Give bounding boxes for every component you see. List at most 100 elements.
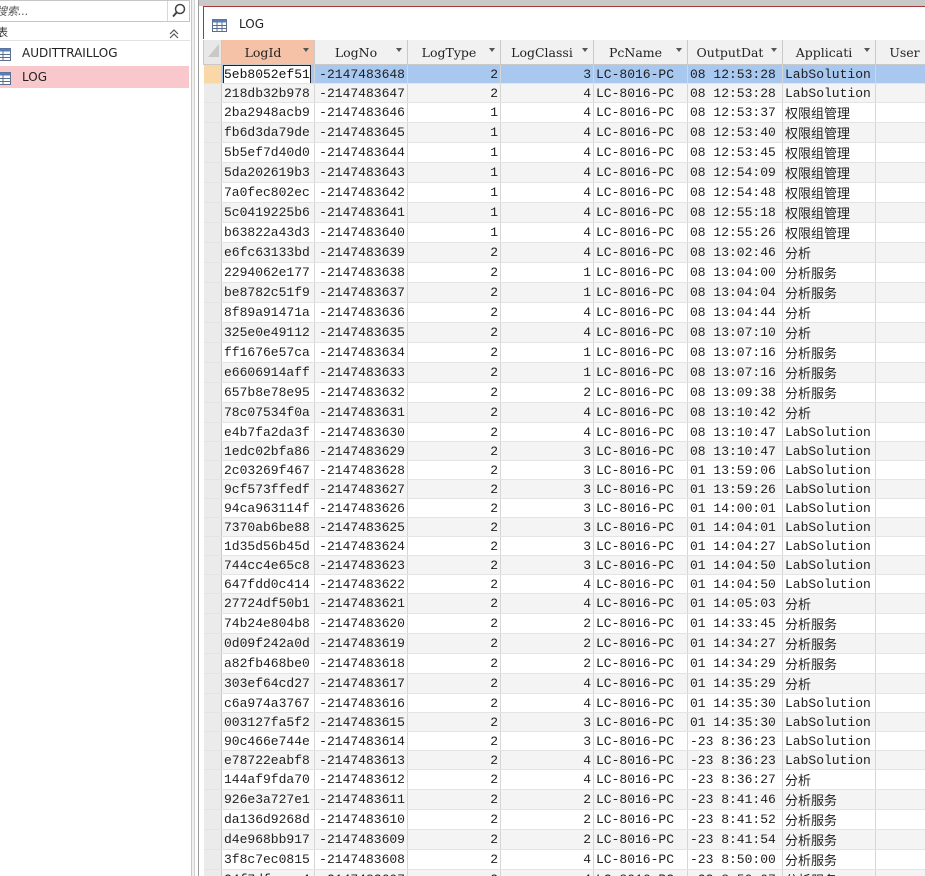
cell-logno[interactable]: -2147483648 xyxy=(314,64,408,84)
cell-logtype[interactable]: 1 xyxy=(407,202,501,223)
cell-pcname[interactable]: LC-8016-PC xyxy=(593,142,688,163)
record-selector[interactable] xyxy=(203,673,222,694)
cell-applicati[interactable]: 分析服务 xyxy=(782,869,876,876)
cell-logid[interactable]: 8f89a91471a xyxy=(221,302,315,323)
cell-logid[interactable]: 218db32b978 xyxy=(221,83,315,103)
cell-pcname[interactable]: LC-8016-PC xyxy=(593,693,688,713)
table-row[interactable]: 2c03269f467 -2147483628 2 3 LC-8016-PC 01 13:… xyxy=(203,460,925,480)
cell-logtype[interactable]: 2 xyxy=(407,869,501,876)
search-icon[interactable] xyxy=(167,1,189,21)
cell-pcname[interactable]: LC-8016-PC xyxy=(593,202,688,223)
cell-logid[interactable]: b63822a43d3 xyxy=(221,222,315,243)
cell-logclassi[interactable]: 2 xyxy=(500,382,594,403)
cell-logid[interactable]: 647fdd0c414 xyxy=(221,574,315,594)
cell-logid[interactable]: 74b24e804b8 xyxy=(221,613,315,634)
cell-logclassi[interactable]: 4 xyxy=(500,182,594,203)
cell-pcname[interactable]: LC-8016-PC xyxy=(593,789,688,810)
cell-user[interactable] xyxy=(875,653,925,674)
cell-logclassi[interactable]: 3 xyxy=(500,712,594,732)
cell-pcname[interactable]: LC-8016-PC xyxy=(593,282,688,303)
column-header-logid[interactable]: LogId xyxy=(221,40,315,65)
cell-logtype[interactable]: 1 xyxy=(407,142,501,163)
table-row[interactable]: 2ba2948acb9 -2147483646 1 4 LC-8016-PC 08 12:… xyxy=(203,102,925,123)
record-selector[interactable] xyxy=(203,402,222,423)
cell-logid[interactable]: 5da202619b3 xyxy=(221,162,315,183)
cell-logid[interactable]: 1edc02bfa86 xyxy=(221,441,315,461)
record-selector[interactable] xyxy=(203,829,222,850)
nav-group-header[interactable]: 表 xyxy=(0,22,190,41)
cell-logclassi[interactable]: 4 xyxy=(500,83,594,103)
table-row[interactable]: b63822a43d3 -2147483640 1 4 LC-8016-PC 08 12:… xyxy=(203,222,925,243)
table-row[interactable]: 27724df50b1 -2147483621 2 4 LC-8016-PC 01 14:… xyxy=(203,593,925,614)
cell-user[interactable] xyxy=(875,122,925,143)
cell-logclassi[interactable]: 4 xyxy=(500,322,594,343)
cell-logclassi[interactable]: 4 xyxy=(500,869,594,876)
cell-logno[interactable]: -2147483630 xyxy=(314,422,408,442)
cell-pcname[interactable]: LC-8016-PC xyxy=(593,460,688,480)
cell-logtype[interactable]: 2 xyxy=(407,789,501,810)
cell-logtype[interactable]: 2 xyxy=(407,498,501,518)
cell-applicati[interactable]: 权限组管理 xyxy=(782,142,876,163)
table-row[interactable]: 1d35d56b45d -2147483624 2 3 LC-8016-PC 01 14:… xyxy=(203,536,925,556)
filter-dropdown-icon[interactable] xyxy=(489,48,495,52)
cell-pcname[interactable]: LC-8016-PC xyxy=(593,122,688,143)
cell-logid[interactable]: 5eb8052ef51 xyxy=(221,64,315,84)
cell-logtype[interactable]: 2 xyxy=(407,574,501,594)
cell-applicati[interactable]: LabSolution xyxy=(782,83,876,103)
cell-pcname[interactable]: LC-8016-PC xyxy=(593,402,688,423)
record-selector[interactable] xyxy=(203,750,222,770)
cell-pcname[interactable]: LC-8016-PC xyxy=(593,479,688,499)
cell-outputdat[interactable]: 08 13:02:46 xyxy=(687,242,783,263)
cell-logid[interactable]: 303ef64cd27 xyxy=(221,673,315,694)
table-row[interactable]: 74b24e804b8 -2147483620 2 2 LC-8016-PC 01 14:… xyxy=(203,613,925,634)
cell-user[interactable] xyxy=(875,202,925,223)
cell-logclassi[interactable]: 4 xyxy=(500,242,594,263)
column-header-logtype[interactable]: LogType xyxy=(407,40,501,65)
column-header-pcname[interactable]: PcName xyxy=(593,40,688,65)
cell-logno[interactable]: -2147483644 xyxy=(314,142,408,163)
cell-logtype[interactable]: 2 xyxy=(407,829,501,850)
cell-user[interactable] xyxy=(875,262,925,283)
cell-outputdat[interactable]: 01 14:05:03 xyxy=(687,593,783,614)
record-selector[interactable] xyxy=(203,202,222,223)
cell-applicati[interactable]: LabSolution xyxy=(782,574,876,594)
record-selector[interactable] xyxy=(203,322,222,343)
cell-logno[interactable]: -2147483645 xyxy=(314,122,408,143)
cell-user[interactable] xyxy=(875,593,925,614)
record-selector[interactable] xyxy=(203,769,222,790)
cell-outputdat[interactable]: 08 12:53:28 xyxy=(687,64,783,84)
table-row[interactable]: d4e968bb917 -2147483609 2 2 LC-8016-PC -23 8:… xyxy=(203,829,925,850)
record-selector[interactable] xyxy=(203,460,222,480)
record-selector[interactable] xyxy=(203,422,222,442)
cell-outputdat[interactable]: 01 14:04:27 xyxy=(687,536,783,556)
column-header-logclassi[interactable]: LogClassi xyxy=(500,40,594,65)
record-selector[interactable] xyxy=(203,142,222,163)
cell-logclassi[interactable]: 3 xyxy=(500,479,594,499)
cell-user[interactable] xyxy=(875,769,925,790)
cell-user[interactable] xyxy=(875,809,925,830)
cell-pcname[interactable]: LC-8016-PC xyxy=(593,653,688,674)
cell-outputdat[interactable]: 08 12:53:37 xyxy=(687,102,783,123)
cell-logid[interactable]: e6606914aff xyxy=(221,362,315,383)
cell-outputdat[interactable]: 08 13:07:16 xyxy=(687,342,783,363)
cell-logid[interactable]: e4b7fa2da3f xyxy=(221,422,315,442)
cell-pcname[interactable]: LC-8016-PC xyxy=(593,593,688,614)
cell-logclassi[interactable]: 3 xyxy=(500,517,594,537)
cell-logclassi[interactable]: 4 xyxy=(500,422,594,442)
cell-pcname[interactable]: LC-8016-PC xyxy=(593,731,688,751)
cell-user[interactable] xyxy=(875,441,925,461)
table-row[interactable]: 5c0419225b6 -2147483641 1 4 LC-8016-PC 08 12:… xyxy=(203,202,925,223)
cell-logid[interactable]: 657b8e78e95 xyxy=(221,382,315,403)
record-selector[interactable] xyxy=(203,162,222,183)
record-selector[interactable] xyxy=(203,593,222,614)
record-selector[interactable] xyxy=(203,555,222,575)
cell-logno[interactable]: -2147483627 xyxy=(314,479,408,499)
cell-user[interactable] xyxy=(875,402,925,423)
cell-logno[interactable]: -2147483612 xyxy=(314,769,408,790)
cell-pcname[interactable]: LC-8016-PC xyxy=(593,517,688,537)
cell-applicati[interactable]: LabSolution xyxy=(782,479,876,499)
record-selector[interactable] xyxy=(203,574,222,594)
record-selector[interactable] xyxy=(203,64,222,84)
record-selector[interactable] xyxy=(203,382,222,403)
cell-user[interactable] xyxy=(875,64,925,84)
